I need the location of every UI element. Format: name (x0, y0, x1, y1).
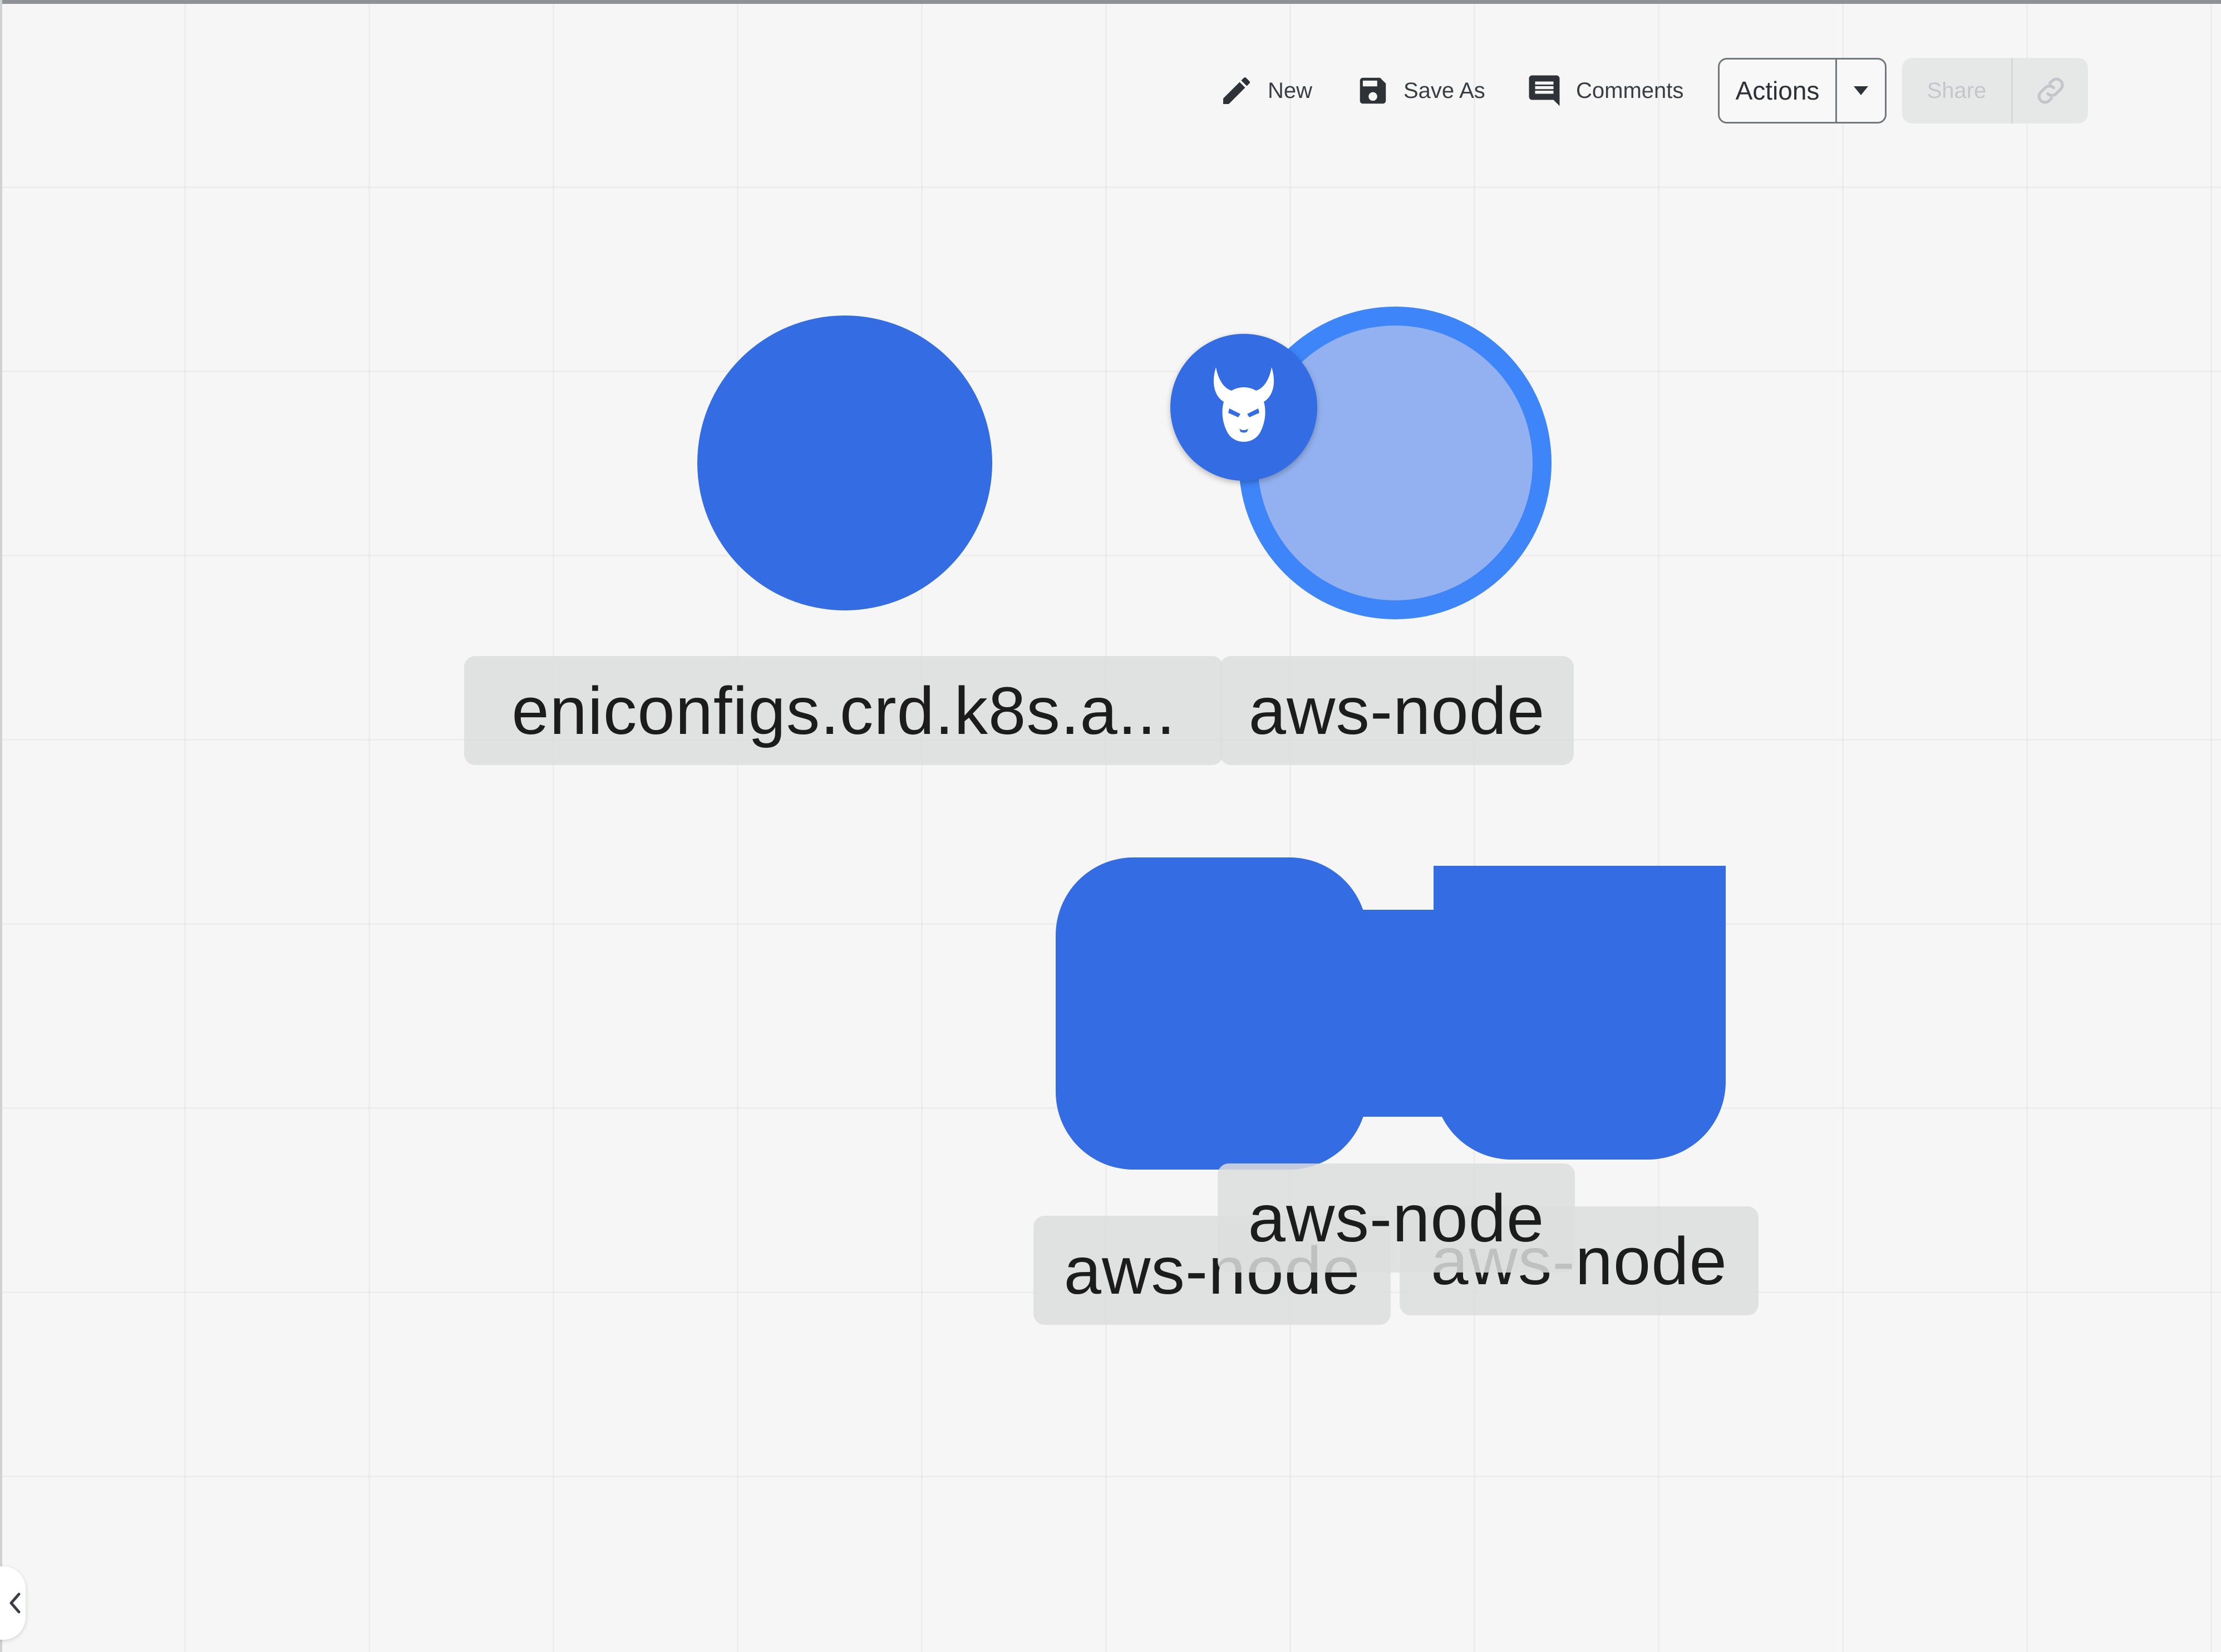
devil-icon (1213, 367, 1274, 442)
node-aws-node-rect-right[interactable] (1434, 866, 1726, 1160)
graph-canvas (697, 307, 1726, 1170)
node-label-aws-node-middle: aws-node (1218, 1163, 1575, 1273)
node-eniconfigs-circle[interactable] (697, 315, 992, 610)
node-label-aws-node-circle: aws-node (1220, 656, 1574, 765)
node-aws-node-rect-left[interactable] (1056, 857, 1367, 1170)
node-label-eniconfigs: eniconfigs.crd.k8s.a... (464, 656, 1223, 765)
sidebar-collapse-tab[interactable] (0, 1566, 26, 1640)
devil-badge[interactable] (1170, 334, 1317, 481)
chevron-left-icon (9, 1592, 21, 1614)
